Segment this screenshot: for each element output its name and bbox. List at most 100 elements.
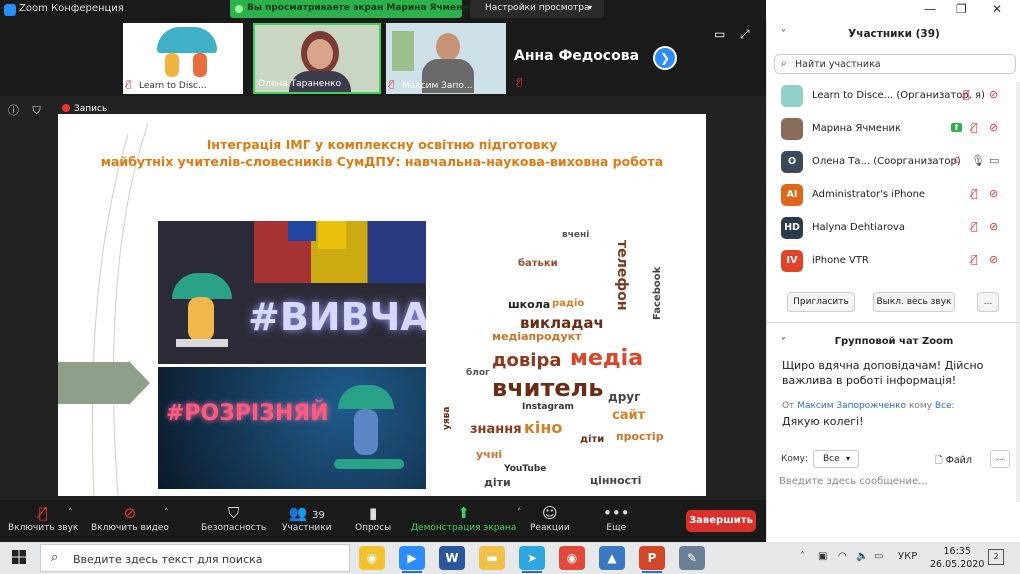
taskbar-search-input[interactable]: ⌕ Введите здесь текст для поиска (40, 544, 350, 572)
clock[interactable]: 16:35 26.05.2020 (930, 545, 984, 571)
participant-row[interactable]: Learn to Disce... (Организатор, я) 🎙̸ ⊘ (767, 80, 1017, 113)
zoom-logo-icon (4, 4, 16, 16)
chat-recipient-select[interactable]: Все ▾ (813, 450, 859, 468)
chat-recipient-value: Все (823, 454, 840, 464)
word-cloud-word: Facebook (652, 266, 663, 320)
participant-name-tile[interactable]: Анна Федосова (514, 48, 639, 64)
word-cloud-word: батьки (518, 258, 558, 269)
chat-more-button[interactable]: ... (990, 450, 1010, 468)
muted-mic-icon[interactable]: 🎙̸ (963, 88, 970, 101)
muted-mic-icon[interactable]: 🎙̸ (971, 121, 978, 134)
photos-app-icon[interactable]: ▲ (599, 546, 625, 570)
gallery-view-icon[interactable]: ▭ (714, 27, 725, 41)
zoom-app-icon[interactable]: ▶ (399, 546, 425, 573)
muted-mic-icon[interactable]: 🎙̸ (971, 220, 978, 233)
word-app-icon[interactable]: W (439, 546, 465, 570)
chat-meta-to: кому (908, 401, 932, 411)
search-icon: ⌕ (51, 550, 59, 565)
video-thumbnail-strip: 🎙̸ Learn to Disc... Олена Тараненко 🎙̸ М… (0, 20, 766, 96)
word-cloud-word: медіапродукт (492, 330, 582, 343)
shield-icon: ⛉ (227, 504, 240, 522)
participant-row[interactable]: AI Administrator's iPhone 🎙̸ ⊘ (767, 179, 1017, 212)
participant-row[interactable]: IV iPhone VTR 🎙̸ ⊘ (767, 245, 1017, 278)
chat-message-input[interactable]: Введите здесь сообщение... (779, 476, 1009, 496)
shield-icon[interactable]: ⛉ (33, 104, 41, 117)
windows-start-icon[interactable] (12, 550, 26, 564)
search-placeholder: Найти участника (795, 59, 881, 70)
word-cloud-word: простір (616, 430, 664, 443)
language-indicator[interactable]: УКР (898, 551, 917, 562)
notification-center-button[interactable]: 2 (988, 549, 1004, 565)
video-off-icon: ⊘ (989, 187, 999, 200)
mute-all-button[interactable]: Выкл. весь звук (873, 292, 955, 312)
file-icon: 🗋 (935, 455, 943, 466)
participant-name: Олена Тараненко (258, 79, 342, 89)
recording-label: Запись (74, 104, 108, 114)
chevron-down-icon: ▾ (588, 3, 593, 12)
tray-app-icon[interactable]: ▣ (818, 551, 827, 562)
clock-time: 16:35 (943, 546, 971, 557)
participant-search-input[interactable]: ⌕ Найти участника (774, 54, 1016, 74)
fullscreen-icon[interactable]: ⤢ (740, 27, 750, 42)
participant-name: iPhone VTR (812, 255, 869, 266)
polls-button[interactable]: ▮ Опросы (355, 503, 391, 533)
recording-dot-icon (62, 104, 70, 112)
photo-caption: #ВИВЧАЙ (248, 295, 426, 339)
share-screen-button[interactable]: ⬆ Демонстрация экрана (411, 503, 516, 533)
restore-icon[interactable]: ❐ (956, 2, 967, 16)
invite-button[interactable]: Пригласить (787, 292, 855, 312)
file-button[interactable]: 🗋 Файл (935, 453, 972, 469)
participant-row[interactable]: О Олена Та... (Соорганизатор) ⊙ 🎙 ▭ (767, 146, 1017, 179)
participants-button[interactable]: 👥 39 Участники (282, 503, 332, 533)
side-panel: ˅ Участники (39) ⌕ Найти участника Learn… (766, 20, 1020, 542)
microphone-icon[interactable]: 🎙 (971, 154, 985, 167)
word-cloud-word: вчені (562, 230, 590, 240)
chevron-up-icon[interactable]: ˄ (164, 508, 169, 518)
muted-mic-icon[interactable]: 🎙̸ (971, 187, 978, 200)
participant-row[interactable]: Марина Ячменик ⬆ 🎙̸ ⊘ (767, 113, 1017, 146)
chat-sender[interactable]: Максим Запорожченко (797, 401, 906, 411)
more-button[interactable]: ••• Еще (603, 503, 630, 533)
chevron-up-icon[interactable]: ˄ (517, 508, 522, 518)
muted-mic-icon[interactable]: 🎙̸ (971, 253, 978, 266)
video-thumbnail[interactable]: 🎙̸ Максим Запо... (386, 23, 506, 94)
participant-row[interactable]: HD Halyna Dehtiarova 🎙̸ ⊘ (767, 212, 1017, 245)
end-meeting-button[interactable]: Завершить (686, 510, 756, 532)
participants-more-button[interactable]: ... (977, 292, 999, 312)
start-video-label: Включить видео (91, 523, 169, 533)
photo-vyvchai: #ВИВЧАЙ (158, 221, 426, 364)
app-icon[interactable]: ✎ (679, 546, 705, 570)
chevron-down-icon: ▾ (846, 454, 851, 463)
security-button[interactable]: ⛉ Безопасность (201, 503, 266, 533)
info-icon[interactable]: ⓘ (8, 104, 19, 117)
bar-chart-icon: ▮ (368, 504, 378, 522)
avatar: IV (781, 250, 803, 272)
minimize-icon[interactable]: — (924, 2, 936, 16)
video-off-icon: ⊘ (123, 504, 137, 522)
scrollbar[interactable] (1016, 82, 1020, 502)
video-thumbnail-active-speaker[interactable]: Олена Тараненко (253, 23, 381, 94)
participant-name: Максим Запо... (402, 81, 473, 91)
chevron-up-icon[interactable]: ˄ (68, 508, 73, 518)
battery-icon[interactable]: ▭ (874, 551, 883, 562)
muted-mic-icon: 🎙̸ (126, 80, 132, 90)
wifi-icon[interactable]: ◠ (838, 551, 847, 562)
view-options-button[interactable]: Настройки просмотра ▾ (470, 0, 604, 18)
word-cloud-word: YouTube (504, 464, 547, 474)
file-explorer-icon[interactable]: ▬ (479, 546, 505, 570)
powerpoint-app-icon[interactable]: P (639, 546, 665, 573)
start-video-button[interactable]: ⊘ Включить видео (91, 503, 169, 533)
video-thumbnail[interactable]: 🎙̸ Learn to Disc... (123, 23, 243, 94)
close-icon[interactable]: ✕ (992, 2, 1002, 16)
chrome-profile-app-icon[interactable]: ◉ (559, 546, 585, 570)
polls-label: Опросы (355, 523, 392, 533)
slide-title: Інтеграція ІМГ у комплексну освітню підг… (78, 136, 686, 170)
next-page-button[interactable]: ❯ (653, 46, 677, 70)
volume-icon[interactable]: 🔈 (856, 551, 868, 562)
search-icon: ⌕ (781, 58, 787, 69)
smiley-icon: ☺ (542, 504, 558, 522)
telegram-app-icon[interactable]: ➤ (519, 546, 545, 573)
tray-chevron-icon[interactable]: ˄ (800, 551, 805, 562)
chrome-app-icon[interactable]: ◉ (359, 546, 385, 570)
reactions-button[interactable]: ☺ Реакции (530, 503, 570, 533)
